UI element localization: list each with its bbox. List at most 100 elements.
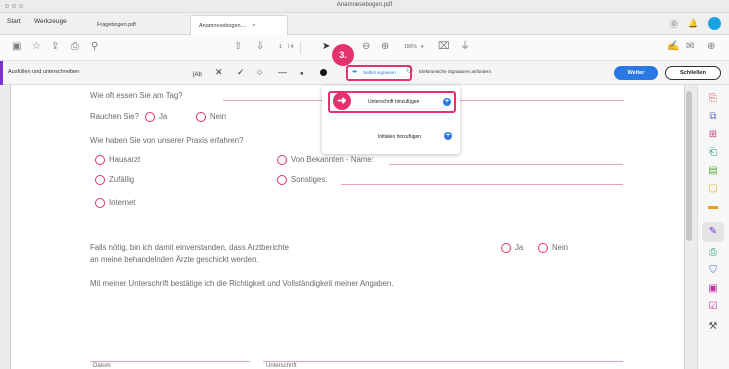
add-plus-icon: + xyxy=(444,132,452,140)
toolbar-divider xyxy=(300,42,301,54)
source-gp-label: Hausarzt xyxy=(109,155,141,164)
tab-document-fragebogen[interactable]: Fragebogen.pdf xyxy=(89,15,185,35)
source-acquaintance-radio[interactable] xyxy=(277,155,287,165)
zoom-in-icon[interactable]: ⊕ xyxy=(381,41,389,53)
self-sign-button[interactable]: ✒ Selbst signieren xyxy=(346,65,412,81)
sign-pen-icon: ✒ xyxy=(352,69,358,76)
request-signature-icon: ⚇ xyxy=(406,66,414,75)
consent-no-label: Nein xyxy=(552,243,569,252)
source-acquaintance-label: Von Bekannten - Name: xyxy=(291,155,374,164)
upload-cloud-icon[interactable]: ⇪ xyxy=(51,41,59,53)
source-other-label: Sonstiges: xyxy=(291,175,328,184)
question-meals: Wie oft essen Sie am Tag? xyxy=(90,91,183,100)
smoking-yes-radio[interactable] xyxy=(145,112,155,122)
page-number-current[interactable]: 1 xyxy=(279,44,282,50)
acquaintance-name-line[interactable] xyxy=(389,164,623,165)
fill-and-sign-accent xyxy=(0,61,3,85)
consent-no-radio[interactable] xyxy=(538,243,548,253)
add-plus-icon: + xyxy=(443,98,451,106)
question-referral-source: Wie haben Sie von unserer Praxis erfahre… xyxy=(90,136,244,145)
notifications-bell-icon[interactable]: 🔔 xyxy=(688,19,698,28)
select-cursor-icon[interactable]: ➤ xyxy=(322,41,330,53)
arrow-right-icon: ➜ xyxy=(333,92,351,110)
smoking-no-label: Nein xyxy=(210,112,227,121)
small-dot-tool[interactable]: ● xyxy=(300,68,304,80)
add-text-tool[interactable]: |Ab xyxy=(193,69,202,81)
share-icon[interactable]: ⊕ xyxy=(707,41,715,53)
export-pdf-icon[interactable]: ⎘ xyxy=(707,93,719,105)
next-page-icon[interactable]: ⇩ xyxy=(256,41,264,53)
window-title: Anamnesebogen.pdf xyxy=(336,2,393,8)
combine-files-icon[interactable]: ⎗ xyxy=(707,147,719,159)
stamp-icon[interactable]: ▬ xyxy=(707,201,719,213)
smoking-no-radio[interactable] xyxy=(196,112,206,122)
tab-bar: Start Werkzeuge Fragebogen.pdf Anamneseb… xyxy=(0,13,729,35)
close-button[interactable]: Schließen xyxy=(665,66,721,80)
smoking-yes-label: Ja xyxy=(159,112,168,121)
question-smoking: Rauchen Sie? xyxy=(90,112,139,121)
email-icon[interactable]: ✉ xyxy=(686,41,694,53)
cross-mark-tool[interactable]: ✕ xyxy=(215,66,223,78)
tab-close-icon[interactable]: × xyxy=(252,23,255,29)
circle-tool[interactable]: ○ xyxy=(257,66,262,78)
zoom-out-icon[interactable]: ⊖ xyxy=(362,41,370,53)
source-internet-radio[interactable] xyxy=(95,198,105,208)
source-internet-label: Internet xyxy=(109,198,136,207)
redact-icon[interactable]: ▣ xyxy=(707,283,719,295)
right-tools-rail: ⎘ ⧉ ⊞ ⎗ ▤ ▢ ▬ ✎ ⎙ ⛉ ▣ ☑ ⚒ xyxy=(697,85,729,369)
fill-sign-pen-icon[interactable]: ✎ xyxy=(707,226,719,238)
prepare-form-icon[interactable]: ☑ xyxy=(707,301,719,313)
tab-document-label: Fragebogen.pdf xyxy=(97,22,136,28)
page-tools-icon[interactable]: ⌧ xyxy=(438,41,450,53)
step-number-badge: 3. xyxy=(332,44,354,66)
source-gp-radio[interactable] xyxy=(95,155,105,165)
other-source-line[interactable] xyxy=(341,184,623,185)
bookmark-star-icon[interactable]: ☆ xyxy=(32,41,41,53)
line-tool[interactable]: — xyxy=(278,66,287,78)
comment-icon[interactable]: ▢ xyxy=(707,183,719,195)
tab-start[interactable]: Start xyxy=(7,18,21,25)
source-random-label: Zufällig xyxy=(109,175,135,184)
search-icon[interactable]: ⚲ xyxy=(91,41,98,53)
signature-label: Unterschrift xyxy=(266,363,297,369)
tab-document-anamnesebogen[interactable]: Anamnesebogen.... × xyxy=(190,15,288,35)
print-icon[interactable]: ⎙ xyxy=(71,41,79,53)
consent-yes-radio[interactable] xyxy=(501,243,511,253)
zoom-dropdown-chevron-icon[interactable]: ▾ xyxy=(421,44,424,50)
tab-tools[interactable]: Werkzeuge xyxy=(34,18,67,25)
tab-document-label: Anamnesebogen.... xyxy=(199,23,247,29)
consent-text-line-2: an meine behandelnden Ärzte geschickt we… xyxy=(90,255,259,264)
create-pdf-icon[interactable]: ▣ xyxy=(12,41,21,53)
add-initials-menu-item[interactable]: Initialen hinzufügen xyxy=(378,134,421,140)
protect-shield-icon[interactable]: ⛉ xyxy=(707,265,719,277)
comment-tools-icon[interactable]: ⏚ xyxy=(460,41,470,53)
date-label: Datum xyxy=(93,363,111,369)
page-number-total: / 4 xyxy=(288,44,294,50)
large-dot-tool[interactable] xyxy=(320,69,327,76)
check-mark-tool[interactable]: ✓ xyxy=(237,66,245,78)
more-tools-icon[interactable]: ⚒ xyxy=(707,321,719,333)
vertical-scrollbar[interactable] xyxy=(686,91,692,241)
date-line[interactable] xyxy=(90,361,250,362)
help-icon[interactable]: ⓪ xyxy=(670,19,678,30)
confirmation-text: Mit meiner Unterschrift bestätige ich di… xyxy=(90,279,394,288)
signature-line[interactable] xyxy=(263,361,623,362)
print-production-icon[interactable]: ⎙ xyxy=(707,247,719,259)
source-random-radio[interactable] xyxy=(95,175,105,185)
next-button[interactable]: Weiter xyxy=(614,66,658,80)
sign-pen-icon[interactable]: ✍ xyxy=(667,41,679,53)
create-pdf-icon[interactable]: ⊞ xyxy=(707,129,719,141)
previous-page-icon[interactable]: ⇧ xyxy=(234,41,242,53)
main-toolbar: ▣ ☆ ⇪ ⎙ ⚲ ⇧ ⇩ 1 / 4 ➤ ⊖ ⊕ 150% ▾ ⌧ ⏚ ✍ ✉… xyxy=(0,35,729,61)
edit-pdf-icon[interactable]: ⧉ xyxy=(707,111,719,123)
organize-pages-icon[interactable]: ▤ xyxy=(707,165,719,177)
consent-text-line-1: Falls nötig, bin ich damit einverstanden… xyxy=(90,243,289,252)
user-avatar[interactable] xyxy=(708,17,721,30)
source-other-radio[interactable] xyxy=(277,175,287,185)
zoom-level[interactable]: 150% xyxy=(404,44,417,50)
self-sign-label: Selbst signieren xyxy=(363,70,396,75)
request-esignatures-button[interactable]: Elektronische Signaturen anfordern xyxy=(419,69,491,74)
consent-yes-label: Ja xyxy=(515,243,524,252)
window-titlebar: Anamnesebogen.pdf xyxy=(0,0,729,13)
fill-and-sign-title: Ausfüllen und unterschreiben xyxy=(8,69,80,75)
